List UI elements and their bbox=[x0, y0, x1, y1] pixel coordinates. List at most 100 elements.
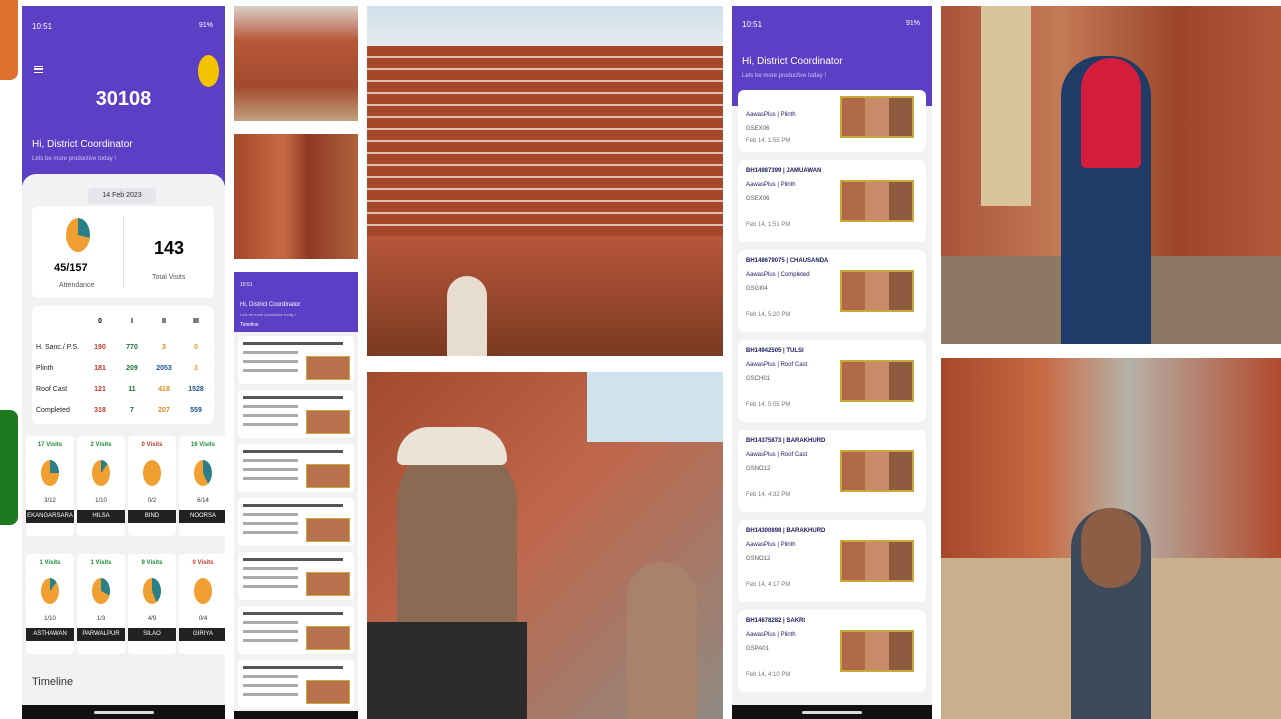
phone-visit-list: 10:51 91% Hi, District Coordinator Lets … bbox=[732, 6, 932, 719]
text-line bbox=[243, 459, 298, 462]
text-line bbox=[243, 414, 298, 417]
nav-bar bbox=[22, 705, 225, 719]
table-cell: 770 bbox=[126, 343, 138, 351]
photo-thumbnail[interactable] bbox=[306, 410, 350, 434]
nav-bar bbox=[732, 705, 932, 719]
row-label: H. Sanc./ P.S. bbox=[36, 343, 80, 351]
text-line bbox=[243, 558, 343, 561]
visit-time: Feb 14, 1:55 PM bbox=[746, 138, 791, 144]
visit-card[interactable]: BH148679075 | CHAUSANDA AawasPlus | Compl… bbox=[738, 250, 926, 332]
table-cell: 207 bbox=[158, 406, 170, 414]
photo-thumbnail[interactable] bbox=[306, 356, 350, 380]
visit-card[interactable]: BH14987399 | JAMUAWAN AawasPlus | Plinth G… bbox=[738, 160, 926, 242]
photo-thumbnails[interactable] bbox=[840, 450, 914, 492]
visit-line2: AawasPlus | Plinth bbox=[746, 112, 796, 118]
timeline-card[interactable] bbox=[238, 444, 354, 492]
date-chip[interactable]: 14 Feb 2023 bbox=[88, 188, 156, 204]
visit-title: BH14678282 | SAKRI bbox=[746, 618, 806, 624]
photo-thumbnails[interactable] bbox=[840, 270, 914, 312]
sun-avatar[interactable] bbox=[198, 55, 219, 87]
photo-elderly-man-at-site bbox=[941, 358, 1281, 719]
text-line bbox=[243, 405, 298, 408]
district-tile[interactable]: 0 Visits 0/4 GIRIYA bbox=[179, 554, 225, 654]
table-cell: 190 bbox=[94, 343, 106, 351]
table-cell: 0 bbox=[194, 343, 198, 351]
district-tile[interactable]: 1 Visits 1/3 PARWALPUR bbox=[77, 554, 125, 654]
timeline-card[interactable] bbox=[238, 552, 354, 600]
district-name: GIRIYA bbox=[179, 628, 225, 641]
district-tile[interactable]: 17 Visits 3/12 EKANGARSARA bbox=[26, 436, 74, 536]
visits-label: 2 Visits bbox=[90, 442, 112, 448]
col-header: III bbox=[193, 318, 199, 325]
photo-thumbnail[interactable] bbox=[306, 518, 350, 542]
visits-label: 9 Visits bbox=[141, 560, 163, 566]
photo-thumbnails[interactable] bbox=[840, 180, 914, 222]
photo-thumbnails[interactable] bbox=[840, 360, 914, 402]
photo-thumbnails[interactable] bbox=[840, 96, 914, 138]
district-tile[interactable]: 2 Visits 1/10 HILSA bbox=[77, 436, 125, 536]
total-visits-value: 143 bbox=[154, 238, 185, 258]
subtitle: Lets be more productive today ! bbox=[32, 156, 117, 162]
text-line bbox=[243, 675, 298, 678]
attendance-value: 45/157 bbox=[54, 262, 88, 274]
total-visits-label: Total Visits bbox=[152, 274, 186, 281]
visit-card[interactable]: BH14678282 | SAKRI AawasPlus | Plinth GSPA… bbox=[738, 610, 926, 692]
photo-thumbnails[interactable] bbox=[840, 630, 914, 672]
text-line bbox=[243, 504, 343, 507]
district-name: PARWALPUR bbox=[77, 628, 125, 641]
text-line bbox=[243, 396, 343, 399]
photo-thumbnail[interactable] bbox=[306, 572, 350, 596]
greeting: Hi, District Coordinator bbox=[240, 302, 301, 308]
visits-label: 17 Visits bbox=[37, 442, 63, 448]
photo-thumbnails[interactable] bbox=[840, 540, 914, 582]
visit-line2: AawasPlus | Plinth bbox=[746, 632, 796, 638]
photo-thumbnail[interactable] bbox=[306, 464, 350, 488]
ratio-label: 4/9 bbox=[147, 616, 157, 622]
visit-pie bbox=[41, 460, 59, 486]
visit-pie bbox=[92, 578, 110, 604]
visit-card[interactable]: BH14942505 | TULSI AawasPlus | Roof Cast G… bbox=[738, 340, 926, 422]
district-tile[interactable]: 1 Visits 1/10 ASTHAWAN bbox=[26, 554, 74, 654]
timeline-card[interactable] bbox=[238, 390, 354, 438]
row-label: Roof Cast bbox=[36, 385, 68, 393]
visit-time: Feb 14, 5:20 PM bbox=[746, 312, 791, 318]
timeline-card[interactable] bbox=[238, 498, 354, 546]
timeline-card[interactable] bbox=[238, 336, 354, 384]
visit-time: Feb 14, 4:17 PM bbox=[746, 582, 791, 588]
stats-table: 0 I II III H. Sanc./ P.S. 190 770 3 0 Plinth 1… bbox=[32, 306, 214, 424]
home-pill[interactable] bbox=[802, 711, 862, 714]
text-line bbox=[243, 468, 298, 471]
subtitle: Lets be more productive today ! bbox=[240, 312, 297, 317]
status-battery: 91% bbox=[198, 22, 213, 29]
text-line bbox=[243, 567, 298, 570]
table-cell: 11 bbox=[128, 385, 136, 393]
timeline-card[interactable] bbox=[238, 606, 354, 654]
visit-line2: AawasPlus | Roof Cast bbox=[746, 452, 808, 458]
visit-title: BH14987399 | JAMUAWAN bbox=[746, 168, 822, 174]
subtitle: Lets be more productive today ! bbox=[742, 73, 827, 79]
photo-thumbnail[interactable] bbox=[306, 626, 350, 650]
phone-dashboard: 10:51 91% 30108 Hi, District Coordinator… bbox=[22, 6, 225, 719]
hamburger-icon[interactable] bbox=[34, 66, 43, 73]
timeline-card[interactable] bbox=[238, 660, 354, 708]
visit-card[interactable]: AawasPlus | Plinth GSEX06 Feb 14, 1:55 PM bbox=[738, 90, 926, 152]
photo-thumbnail[interactable] bbox=[306, 680, 350, 704]
timeline-list bbox=[238, 336, 354, 719]
text-line bbox=[243, 630, 298, 633]
phone-timeline: 10:51 Hi, District Coordinator Lets be m… bbox=[234, 272, 358, 719]
district-tile[interactable]: 9 Visits 4/9 SILAO bbox=[128, 554, 176, 654]
greeting: Hi, District Coordinator bbox=[32, 139, 133, 150]
orange-edge-tab bbox=[0, 0, 18, 80]
district-name: EKANGARSARA bbox=[26, 510, 74, 523]
visit-line2: AawasPlus | Completed bbox=[746, 272, 810, 278]
district-name: HILSA bbox=[77, 510, 125, 523]
row-label: Plinth bbox=[36, 364, 54, 372]
district-tile[interactable]: 16 Visits 6/14 NOORSA bbox=[179, 436, 225, 536]
visit-code: GSGI04 bbox=[746, 286, 768, 292]
district-tile[interactable]: 0 Visits 0/2 BIND bbox=[128, 436, 176, 536]
district-name: SILAO bbox=[128, 628, 176, 641]
home-pill[interactable] bbox=[93, 711, 154, 714]
text-line bbox=[243, 369, 298, 372]
visit-card[interactable]: BH14300898 | BARAKHURD AawasPlus | Plinth… bbox=[738, 520, 926, 602]
visit-card[interactable]: BH14375873 | BARAKHURD AawasPlus | Roof C… bbox=[738, 430, 926, 512]
